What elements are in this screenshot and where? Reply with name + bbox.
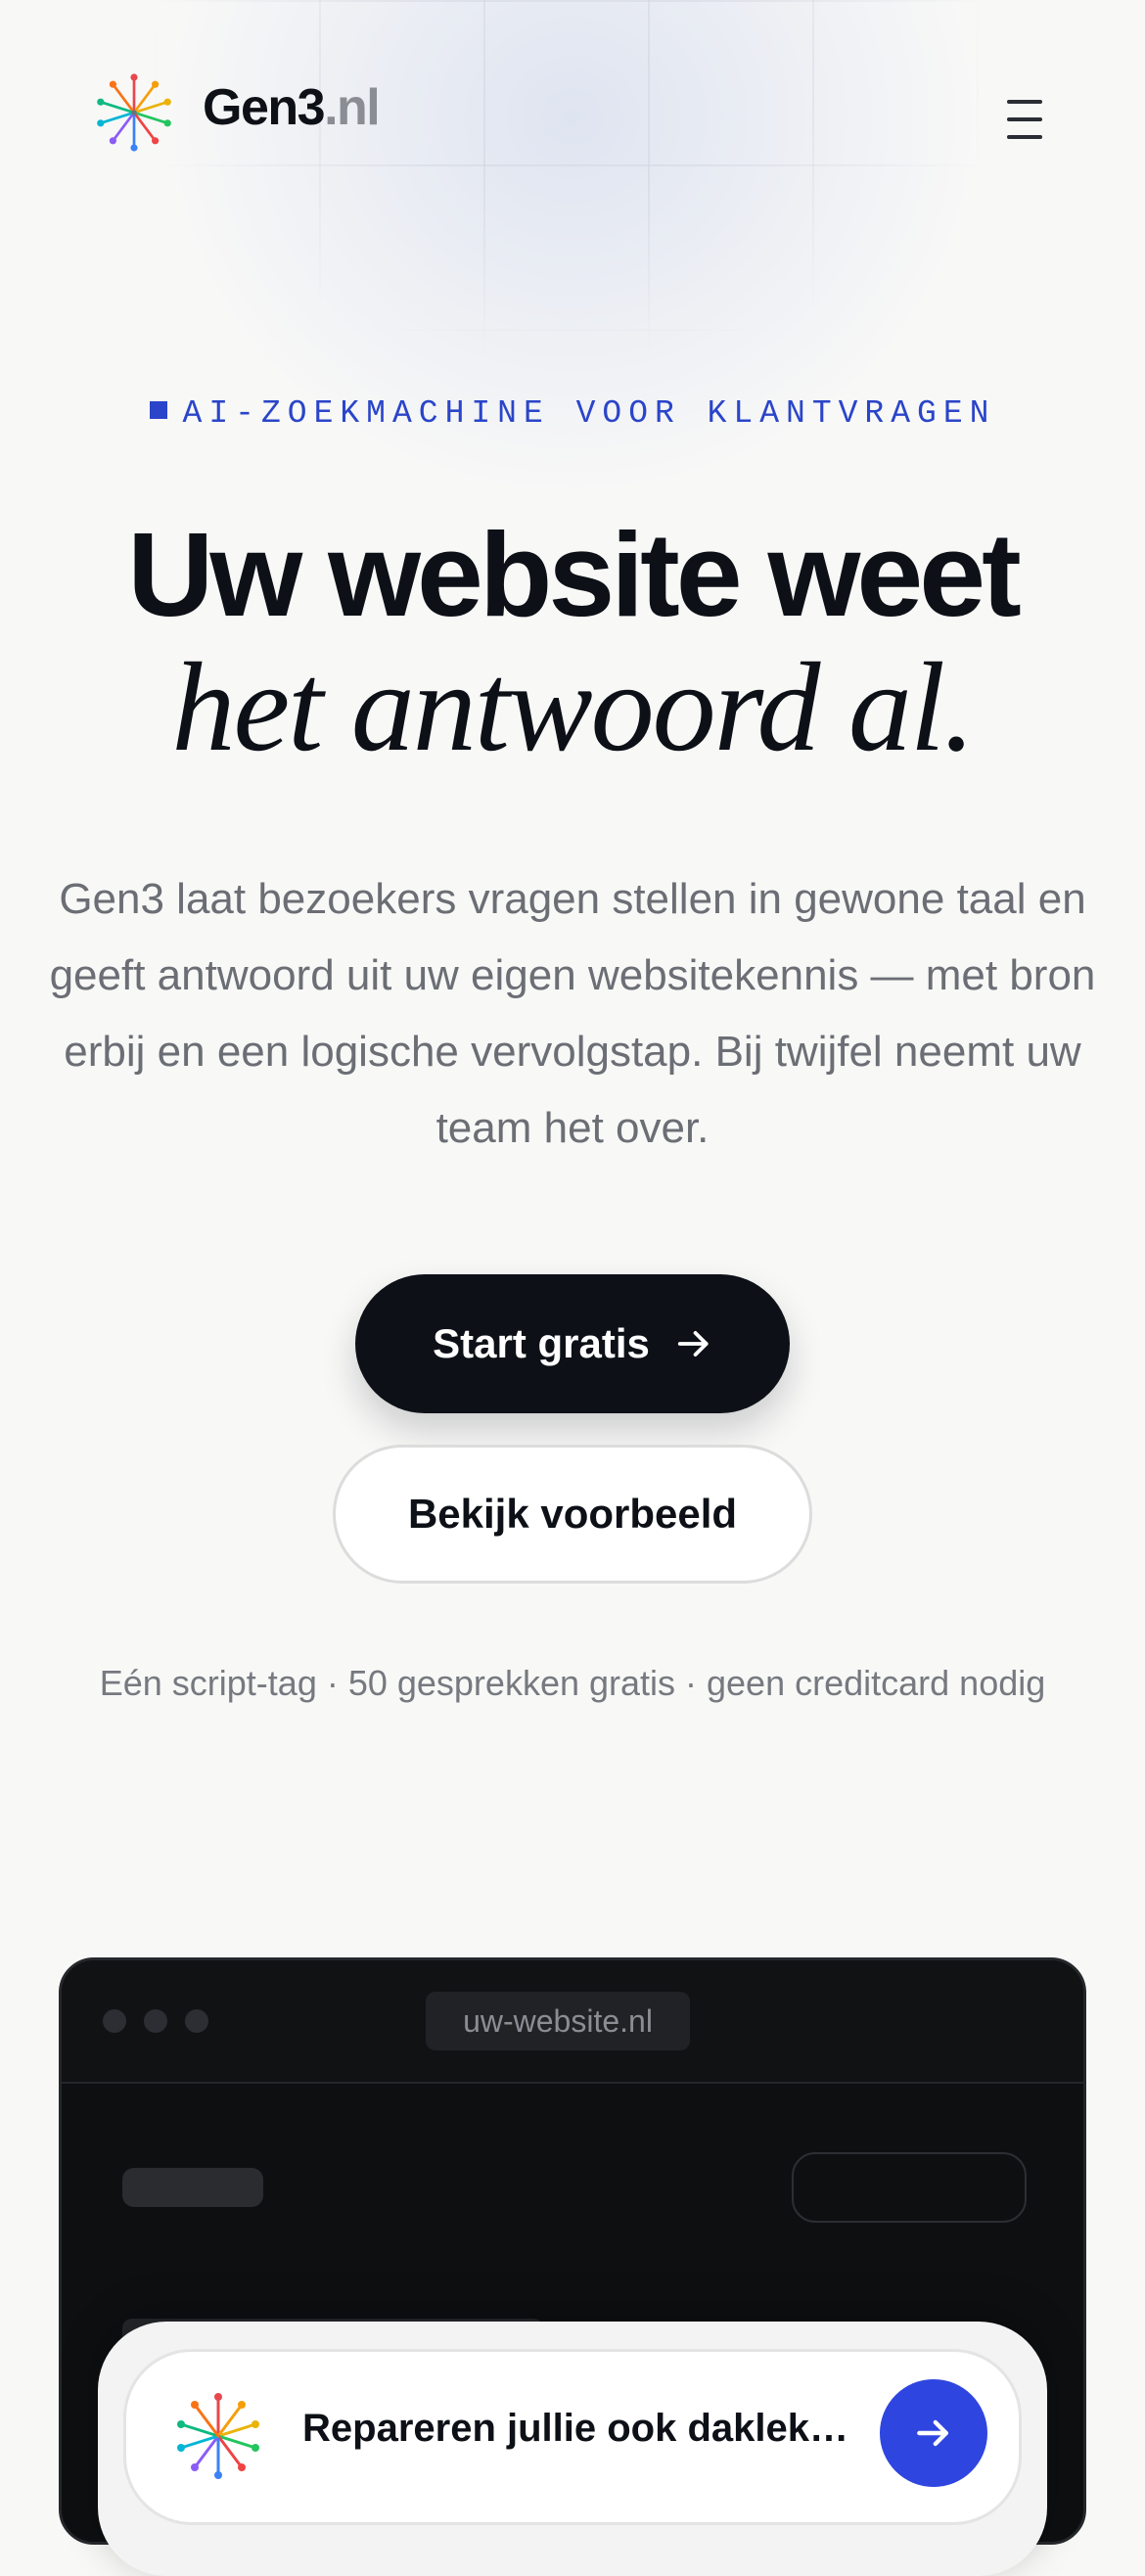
brand-name[interactable]: Gen3.nl bbox=[203, 78, 381, 137]
window-dot-icon bbox=[103, 2009, 126, 2033]
chat-query-text[interactable]: Repareren jullie ook daklekk... bbox=[302, 2407, 850, 2451]
view-example-button-label: Bekijk voorbeeld bbox=[407, 1491, 738, 1537]
menu-bar-middle bbox=[1007, 117, 1042, 121]
browser-url: uw-website.nl bbox=[426, 1992, 690, 2050]
browser-toolbar: uw-website.nl bbox=[62, 1960, 1083, 2084]
window-dot-icon bbox=[185, 2009, 208, 2033]
hero-title-line1: Uw website weet bbox=[127, 508, 1022, 641]
gen3-logo-icon bbox=[177, 2393, 259, 2479]
hero-fineprint: Eén script-tag · 50 gesprekken gratis · … bbox=[99, 1663, 1046, 1703]
chat-input-bar[interactable]: Repareren jullie ook daklekk... bbox=[123, 2349, 1022, 2525]
menu-bar-top bbox=[1007, 100, 1042, 104]
start-free-button-label: Start gratis bbox=[433, 1320, 650, 1366]
arrow-right-icon bbox=[677, 1331, 709, 1357]
hamburger-menu-icon[interactable] bbox=[998, 96, 1051, 143]
brand-tld: .nl bbox=[324, 79, 381, 136]
placeholder-nav-pill bbox=[122, 2168, 263, 2207]
start-free-button[interactable]: Start gratis bbox=[355, 1274, 790, 1413]
window-dot-icon bbox=[144, 2009, 167, 2033]
view-example-button[interactable]: Bekijk voorbeeld bbox=[333, 1445, 812, 1584]
placeholder-nav-button bbox=[792, 2152, 1027, 2223]
hero-eyebrow-text: AI-ZOEKMACHINE VOOR KLANTVRAGEN bbox=[182, 395, 996, 432]
hero-eyebrow: AI-ZOEKMACHINE VOOR KLANTVRAGEN bbox=[0, 395, 1145, 432]
brand-name-main: Gen3 bbox=[203, 79, 326, 136]
chat-widget: Repareren jullie ook daklekk... bbox=[98, 2322, 1047, 2576]
hero-lead: Gen3 laat bezoekers vragen stellen in ge… bbox=[49, 875, 1096, 1152]
site-header: Gen3.nl bbox=[0, 0, 1145, 225]
arrow-right-icon bbox=[917, 2419, 949, 2447]
send-button[interactable] bbox=[880, 2379, 987, 2487]
hero-title-line2: het antwoord al. bbox=[171, 637, 975, 778]
square-bullet-icon bbox=[149, 401, 167, 419]
gen3-logo-icon[interactable] bbox=[90, 69, 178, 157]
menu-bar-bottom bbox=[1007, 135, 1042, 139]
